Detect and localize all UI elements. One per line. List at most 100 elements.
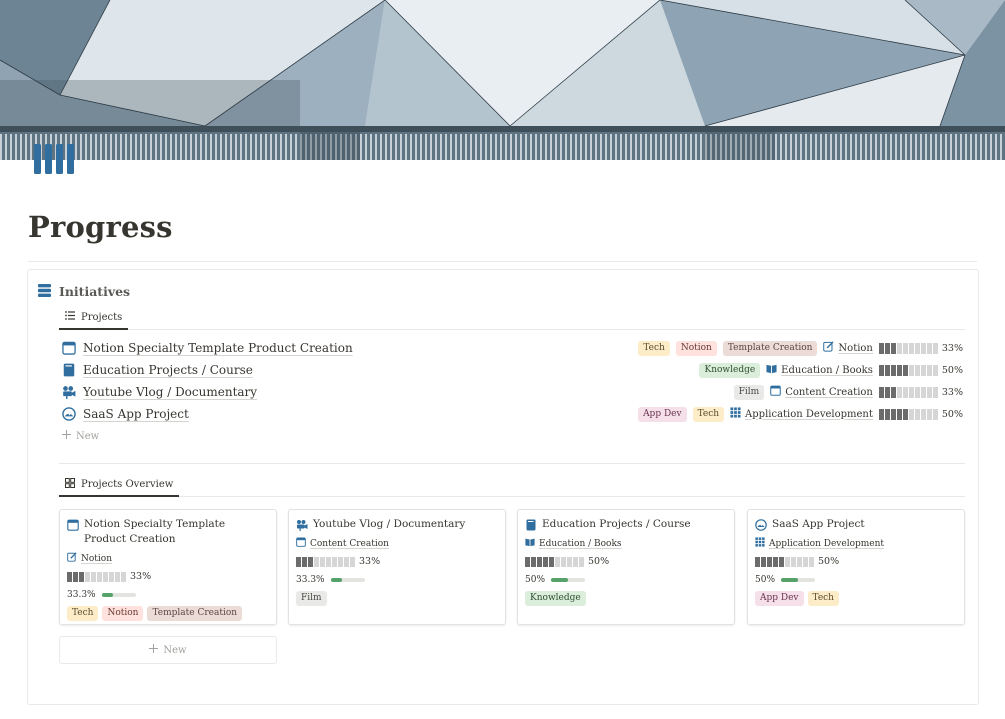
percent-mini-bar xyxy=(781,577,816,582)
video-camera-icon xyxy=(61,384,77,400)
tab-projects-overview-label: Projects Overview xyxy=(81,478,174,490)
progress-cell xyxy=(121,571,127,582)
area-relation[interactable]: Content Creation xyxy=(296,537,389,550)
progress-label: 50% xyxy=(941,408,963,420)
table-row[interactable]: Education Projects / Course Knowledge Ed… xyxy=(59,359,965,381)
page-icon-bars[interactable] xyxy=(34,140,80,176)
gallery-card[interactable]: SaaS App Project Application Development… xyxy=(747,509,965,625)
card-tags: Tech Notion Template Creation xyxy=(67,606,243,621)
row-title[interactable]: Notion Specialty Template Product Creati… xyxy=(83,341,353,355)
tag-badge: Knowledge xyxy=(699,362,761,378)
progress-label: 50% xyxy=(941,364,963,376)
tag-badge: Notion xyxy=(102,606,144,621)
open-book-icon xyxy=(525,537,535,550)
gallery-card[interactable]: Youtube Vlog / Documentary Content Creat… xyxy=(288,509,506,625)
calendar-icon xyxy=(296,537,306,550)
area-relation[interactable]: Education / Books xyxy=(525,537,622,550)
database-header[interactable]: Initiatives xyxy=(38,282,130,300)
database-list-icon xyxy=(38,282,51,301)
gallery-card[interactable]: Notion Specialty Template Product Creati… xyxy=(59,509,277,625)
tag-badge: Film xyxy=(733,384,765,400)
progress-cell xyxy=(809,556,815,567)
progress-label: 33% xyxy=(941,386,963,398)
percent-label: 33.3% xyxy=(67,589,96,600)
card-tags: Knowledge xyxy=(525,591,586,606)
book-icon xyxy=(525,519,537,531)
tag-badge: Film xyxy=(296,591,327,606)
tag-badge: Notion xyxy=(675,340,717,356)
calendar-icon xyxy=(67,519,79,531)
row-title[interactable]: Youtube Vlog / Documentary xyxy=(83,385,257,399)
percent-indicator: 50% xyxy=(755,575,816,585)
area-relation[interactable]: Application Development xyxy=(730,407,873,421)
view-divider xyxy=(59,463,965,464)
progress-cell xyxy=(932,342,939,354)
percent-mini-fill xyxy=(781,577,799,582)
grid-icon xyxy=(730,407,741,421)
progress-bar: 33% xyxy=(878,342,963,354)
edit-icon xyxy=(823,341,834,355)
progress-label: 50% xyxy=(818,556,840,567)
progress-bar: 50% xyxy=(878,408,963,420)
progress-cell xyxy=(932,364,939,376)
tag-badge: Tech xyxy=(692,406,725,422)
tab-projects[interactable]: Projects xyxy=(59,306,129,330)
progress-label: 33% xyxy=(359,556,381,567)
row-title[interactable]: SaaS App Project xyxy=(83,407,189,421)
progress-bar: 50% xyxy=(755,556,839,567)
gallery-view-tabbar: Projects Overview xyxy=(59,473,965,497)
percent-indicator: 33.3% xyxy=(67,590,136,600)
tag-badge: App Dev xyxy=(638,406,687,422)
card-title-text: SaaS App Project xyxy=(772,518,865,530)
card-title-text: Youtube Vlog / Documentary xyxy=(313,518,466,530)
percent-mini-fill xyxy=(551,577,569,582)
percent-label: 50% xyxy=(525,574,546,585)
plus-icon xyxy=(62,430,71,442)
progress-bar: 50% xyxy=(878,364,963,376)
progress-bar: 33% xyxy=(67,571,151,582)
card-title: Education Projects / Course xyxy=(525,517,727,532)
area-relation[interactable]: Notion xyxy=(823,341,873,355)
tag-badge: Tech xyxy=(638,340,670,356)
new-row-button[interactable]: New xyxy=(62,429,99,443)
tag-badge: Tech xyxy=(807,591,839,606)
database-title: Initiatives xyxy=(59,283,131,299)
gallery-card[interactable]: Education Projects / Course Education / … xyxy=(517,509,735,625)
video-camera-icon xyxy=(296,519,308,531)
gallery-icon xyxy=(65,477,75,491)
card-title: Notion Specialty Template Product Creati… xyxy=(67,517,269,547)
table-row[interactable]: Youtube Vlog / Documentary Film Content … xyxy=(59,381,965,403)
area-label: Application Development xyxy=(745,408,873,420)
row-title[interactable]: Education Projects / Course xyxy=(83,363,253,377)
area-relation[interactable]: Education / Books xyxy=(766,363,873,377)
area-label: Content Creation xyxy=(785,386,873,398)
card-title-text: Education Projects / Course xyxy=(542,518,691,530)
card-title: Youtube Vlog / Documentary xyxy=(296,517,498,532)
progress-cell xyxy=(932,408,939,420)
progress-bar: 50% xyxy=(525,556,609,567)
area-relation[interactable]: Content Creation xyxy=(770,385,873,399)
area-relation[interactable]: Application Development xyxy=(755,537,884,550)
tag-badge: Knowledge xyxy=(525,591,586,606)
area-relation[interactable]: Notion xyxy=(67,552,112,565)
row-properties: Knowledge Education / Books 50% xyxy=(699,362,965,378)
table-row[interactable]: SaaS App Project App Dev Tech Application… xyxy=(59,403,965,425)
progress-bar: 33% xyxy=(878,386,963,398)
percent-indicator: 33.3% xyxy=(296,575,365,585)
progress-label: 50% xyxy=(588,556,610,567)
card-tags: App Dev Tech xyxy=(755,591,839,606)
area-label: Education / Books xyxy=(781,364,873,376)
list-icon xyxy=(65,311,75,323)
area-label: Content Creation xyxy=(310,538,389,549)
book-icon xyxy=(61,362,77,378)
area-label: Education / Books xyxy=(539,538,622,549)
dashboard-icon xyxy=(61,406,77,422)
tag-badge: Template Creation xyxy=(147,606,243,621)
table-row[interactable]: Notion Specialty Template Product Creati… xyxy=(59,337,965,359)
progress-label: 33% xyxy=(130,571,152,582)
tab-projects-overview[interactable]: Projects Overview xyxy=(59,473,180,497)
percent-mini-bar xyxy=(330,577,365,582)
tab-projects-label: Projects xyxy=(81,311,123,323)
new-card-button[interactable]: New xyxy=(59,636,277,664)
percent-mini-bar xyxy=(101,592,136,597)
